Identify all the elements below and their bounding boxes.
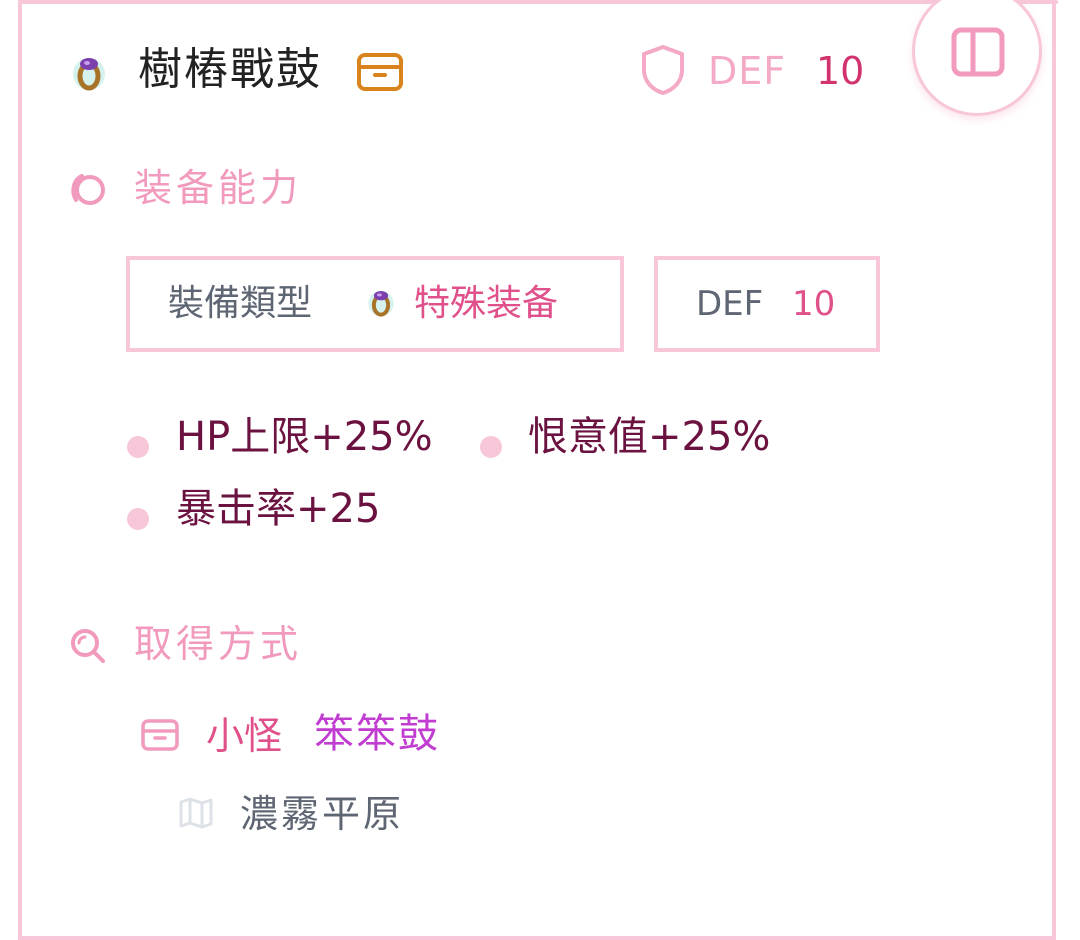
def-chip-label: DEF: [696, 284, 764, 324]
stat-bullet: [127, 508, 149, 530]
stat-bullet: [480, 436, 502, 458]
swirl-icon: [68, 170, 108, 210]
search-icon: [68, 626, 108, 666]
shield-icon: [640, 44, 686, 96]
source-section-title: 取得方式: [134, 622, 303, 666]
stat-item: 暴击率+25: [176, 486, 381, 532]
def-label: DEF: [708, 49, 787, 93]
sidebar-layout-icon: [951, 27, 1005, 77]
ring-icon: [366, 284, 396, 320]
equipment-type-label: 裝備類型: [168, 283, 313, 324]
def-chip-value: 10: [792, 284, 836, 324]
monster-name-link[interactable]: 笨笨鼓: [314, 708, 440, 760]
source-type: 小怪: [206, 714, 283, 758]
stat-item: HP上限+25%: [176, 414, 433, 460]
location-name[interactable]: 濃霧平原: [240, 788, 404, 840]
ring-icon: [70, 52, 108, 92]
stat-bullet: [127, 436, 149, 458]
def-chip: [654, 256, 880, 352]
equipment-type-value: 特殊装备: [414, 283, 559, 324]
def-value: 10: [816, 49, 865, 93]
card-top-border: [18, 0, 1058, 4]
box-icon: [140, 718, 180, 752]
stat-item: 恨意值+25%: [528, 414, 771, 460]
item-title: 樹樁戰鼓: [138, 44, 322, 95]
map-icon: [178, 796, 214, 830]
ability-section-title: 装备能力: [134, 166, 303, 210]
box-icon: [356, 52, 404, 92]
item-card: [18, 0, 1056, 940]
